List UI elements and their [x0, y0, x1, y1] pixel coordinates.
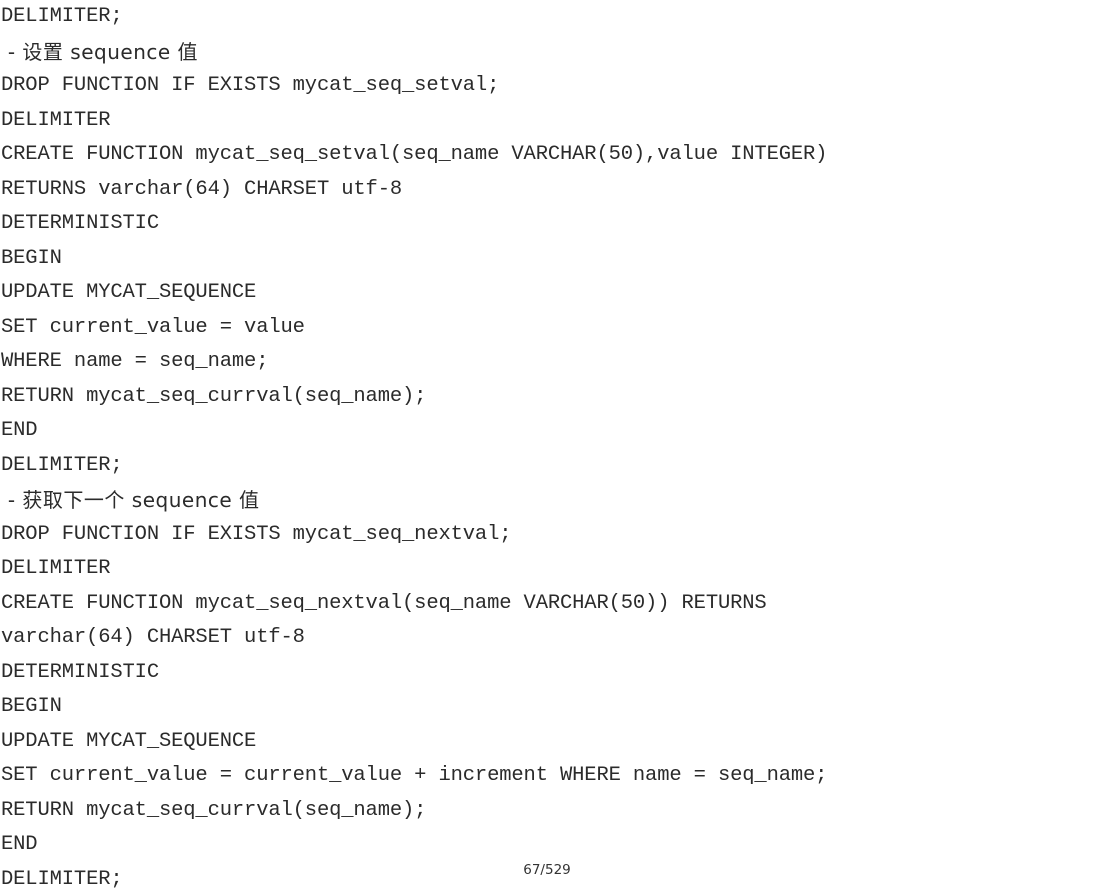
code-line: DROP FUNCTION IF EXISTS mycat_seq_nextva… — [1, 522, 512, 546]
code-line: - 获取下一个 sequence 值 — [1, 488, 260, 512]
code-line: SET current_value = value — [1, 315, 305, 339]
code-line: END — [1, 833, 38, 856]
page-number-indicator: 67/529 — [523, 862, 571, 878]
code-line: DROP FUNCTION IF EXISTS mycat_seq_setval… — [1, 74, 500, 97]
code-line: SET current_value = current_value + incr… — [1, 764, 828, 787]
code-line: RETURNS varchar(64) CHARSET utf-8 — [1, 177, 403, 201]
code-line: BEGIN — [1, 695, 62, 718]
sql-code-block: DELIMITER; - 设置 sequence 值 DROP FUNCTION … — [0, 0, 1094, 891]
code-line: BEGIN — [1, 246, 62, 270]
code-line: DELIMITER; — [1, 453, 123, 477]
code-line: CREATE FUNCTION mycat_seq_setval(seq_nam… — [1, 143, 828, 166]
code-line: RETURN mycat_seq_currval(seq_name); — [1, 798, 427, 822]
code-line: UPDATE MYCAT_SEQUENCE — [1, 729, 257, 753]
code-line: - 设置 sequence 值 — [1, 39, 199, 64]
code-line: DETERMINISTIC — [1, 660, 159, 684]
code-line: RETURN mycat_seq_currval(seq_name); — [1, 384, 427, 408]
code-line: DELIMITER — [1, 108, 111, 132]
code-line: DETERMINISTIC — [1, 212, 159, 235]
code-line: CREATE FUNCTION mycat_seq_nextval(seq_na… — [1, 591, 767, 615]
code-line: END — [1, 419, 38, 442]
code-line: varchar(64) CHARSET utf-8 — [1, 626, 305, 649]
code-line: WHERE name = seq_name; — [1, 350, 269, 373]
code-line: UPDATE MYCAT_SEQUENCE — [1, 281, 257, 304]
code-line: DELIMITER; — [1, 5, 123, 28]
code-line: DELIMITER — [1, 557, 111, 580]
document-page: DELIMITER; - 设置 sequence 值 DROP FUNCTION … — [0, 0, 1094, 891]
